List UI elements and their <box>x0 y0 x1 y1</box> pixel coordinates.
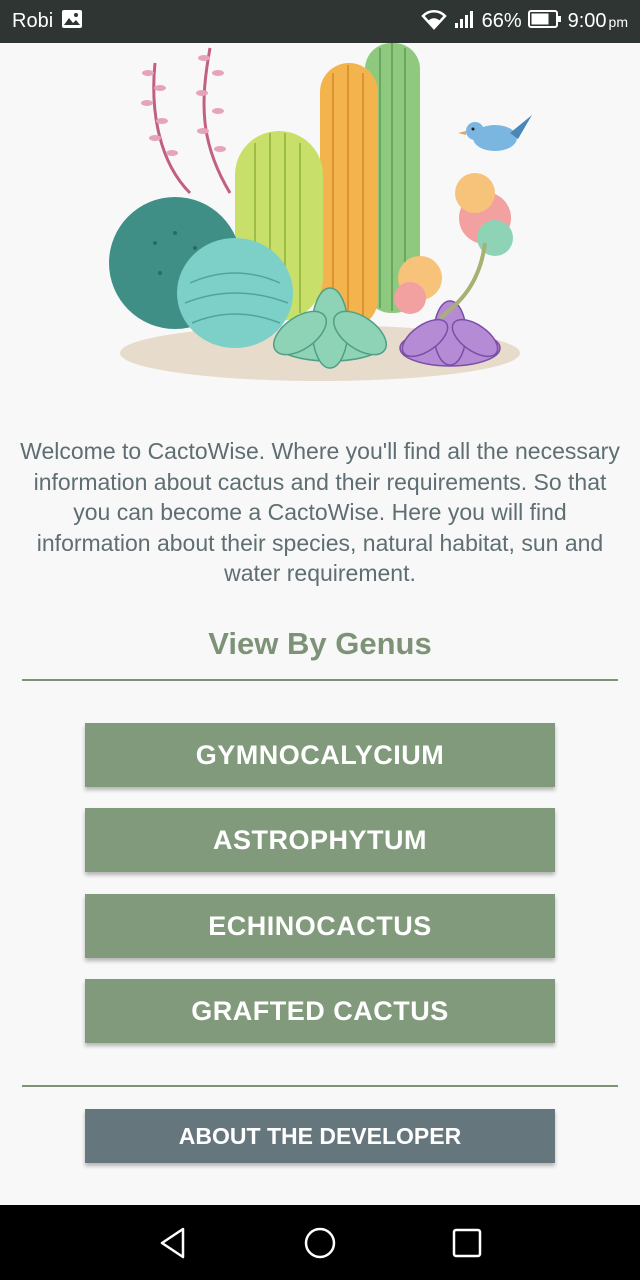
status-bar-left: Robi <box>12 9 83 35</box>
welcome-text: Welcome to CactoWise. Where you'll find … <box>20 438 620 586</box>
divider-bottom <box>22 1085 618 1087</box>
status-bar-right: 66% 9:00 pm <box>420 8 628 36</box>
grafted-cactus-button[interactable]: GRAFTED CACTUS <box>85 979 555 1043</box>
divider-top <box>22 679 618 681</box>
carrier-name: Robi <box>12 10 54 32</box>
clock-ampm: pm <box>608 14 628 30</box>
recents-icon[interactable] <box>443 1219 491 1267</box>
back-icon[interactable] <box>149 1219 197 1267</box>
about-developer-button[interactable]: ABOUT THE DEVELOPER <box>85 1109 555 1163</box>
home-icon[interactable] <box>296 1219 344 1267</box>
signal-icon <box>454 9 476 35</box>
status-bar: Robi 66% 9:00 pm <box>0 0 640 43</box>
astrophytum-button[interactable]: ASTROPHYTUM <box>85 808 555 872</box>
navigation-bar <box>0 1205 640 1280</box>
section-title: View By Genus <box>208 626 432 661</box>
cactus-illustration <box>100 43 540 403</box>
wifi-icon <box>420 8 448 36</box>
battery-percentage: 66% <box>481 10 522 32</box>
image-icon <box>61 9 83 35</box>
echinocactus-button[interactable]: ECHINOCACTUS <box>85 894 555 958</box>
gymnocalycium-button[interactable]: GYMNOCALYCIUM <box>85 723 555 787</box>
clock-time: 9:00 <box>567 10 607 32</box>
battery-icon <box>527 9 562 34</box>
clock: 9:00 pm <box>568 10 628 33</box>
